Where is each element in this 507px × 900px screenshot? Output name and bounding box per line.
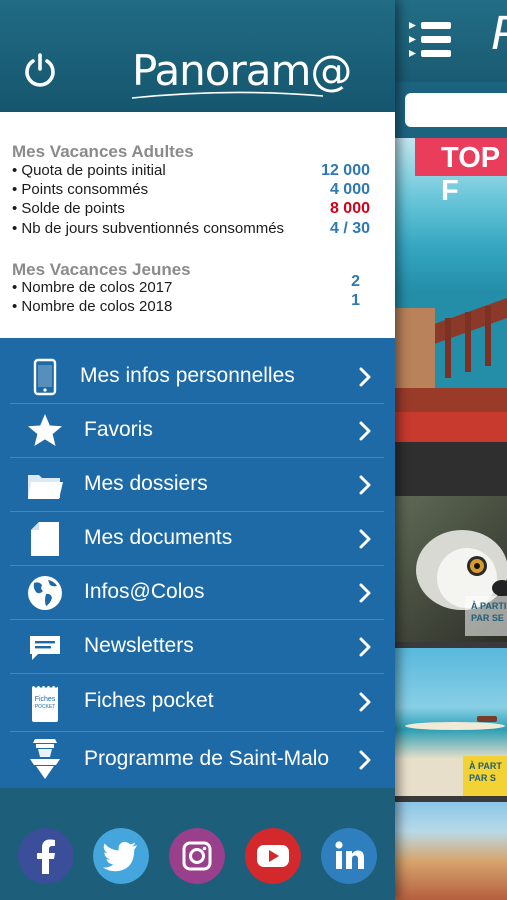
globe-icon bbox=[28, 576, 62, 610]
menu-item-label: Newsletters bbox=[84, 634, 194, 657]
menu-item-fiches-pocket[interactable]: Fiches POCKET Fiches pocket bbox=[10, 675, 384, 732]
chevron-right-icon bbox=[359, 692, 371, 712]
instagram-icon[interactable] bbox=[169, 828, 225, 884]
menu-item-label: Fiches pocket bbox=[84, 689, 214, 712]
chevron-right-icon bbox=[359, 421, 371, 441]
chevron-right-icon bbox=[359, 367, 371, 387]
background-logo: P bbox=[491, 6, 507, 61]
stat-label: • Nombre de colos 2018 bbox=[12, 298, 173, 315]
stat-label: • Quota de points initial bbox=[12, 162, 166, 179]
chevron-right-icon bbox=[359, 750, 371, 770]
stat-value: 4 000 bbox=[329, 181, 370, 198]
document-icon bbox=[31, 522, 59, 556]
promo-image-town[interactable] bbox=[395, 802, 507, 900]
menu-item-label: Mes dossiers bbox=[84, 472, 208, 495]
folder-icon bbox=[28, 475, 63, 499]
stat-label: • Nb de jours subventionnés consommés bbox=[12, 220, 285, 237]
youth-section-title: Mes Vacances Jeunes bbox=[12, 260, 191, 279]
menu-item-newsletters[interactable]: Newsletters bbox=[10, 620, 384, 674]
divider-band bbox=[395, 442, 507, 496]
stat-value: 12 000 bbox=[321, 162, 370, 179]
menu-item-mes-documents[interactable]: Mes documents bbox=[10, 512, 384, 566]
menu-item-label: Programme de Saint-Malo bbox=[84, 747, 330, 770]
newsletter-icon bbox=[30, 636, 60, 660]
stat-label: • Solde de points bbox=[12, 200, 125, 217]
promo-image-lagoon[interactable]: À PART PAR S bbox=[395, 648, 507, 796]
menu-item-infos-personnelles[interactable]: Mes infos personnelles bbox=[10, 350, 384, 404]
stat-label: • Nombre de colos 2017 bbox=[12, 279, 173, 296]
social-bar bbox=[0, 788, 395, 900]
menu-item-label: Mes documents bbox=[84, 526, 233, 549]
stat-value: 4 / 30 bbox=[329, 220, 370, 237]
promo-tag: À PARTIR PAR SE bbox=[465, 596, 507, 636]
pier-rail-shape bbox=[395, 298, 507, 398]
stat-row: • Solde de points 8 000 bbox=[12, 200, 382, 220]
stat-value: 2 bbox=[351, 273, 360, 290]
twitter-icon[interactable] bbox=[93, 828, 149, 884]
menu-item-favoris[interactable]: Favoris bbox=[10, 404, 384, 458]
svg-text:POCKET: POCKET bbox=[35, 704, 56, 710]
drawer-menu: Mes infos personnelles Favoris Mes dossi… bbox=[0, 338, 395, 788]
chevron-right-icon bbox=[359, 475, 371, 495]
background-search-input[interactable] bbox=[405, 93, 507, 127]
smartphone-icon bbox=[33, 358, 57, 396]
top-banner-text: TOP F bbox=[441, 142, 500, 207]
drawer-header: Panoram@ bbox=[0, 0, 395, 112]
fiches-pocket-icon: Fiches POCKET bbox=[32, 684, 58, 722]
adults-section-title: Mes Vacances Adultes bbox=[12, 142, 194, 161]
menu-item-label: Mes infos personnelles bbox=[80, 364, 295, 387]
chevron-right-icon bbox=[359, 583, 371, 603]
stat-row: • Nombre de colos 2017 2 bbox=[12, 273, 382, 299]
stat-label: • Points consommés bbox=[12, 181, 149, 198]
boat-shape bbox=[405, 716, 505, 730]
facebook-icon[interactable] bbox=[18, 828, 74, 884]
star-icon bbox=[28, 414, 62, 446]
menu-item-label: Favoris bbox=[84, 418, 153, 441]
stat-row: • Nombre de colos 2018 1 bbox=[12, 292, 382, 318]
stat-value: 1 bbox=[351, 292, 360, 309]
youtube-icon[interactable] bbox=[245, 828, 301, 884]
linkedin-icon[interactable] bbox=[321, 828, 377, 884]
stat-row: • Nb de jours subventionnés consommés 4 … bbox=[12, 220, 382, 240]
top-banner: TOP F bbox=[415, 138, 507, 207]
menu-item-mes-dossiers[interactable]: Mes dossiers bbox=[10, 458, 384, 512]
stat-row: • Quota de points initial 12 000 bbox=[12, 162, 382, 182]
power-icon[interactable] bbox=[22, 52, 58, 88]
menu-item-programme-saint-malo[interactable]: Programme de Saint-Malo bbox=[10, 733, 384, 786]
menu-list-icon[interactable] bbox=[407, 20, 453, 60]
menu-item-label: Infos@Colos bbox=[84, 580, 205, 603]
chevron-right-icon bbox=[359, 529, 371, 549]
promo-image-lemur[interactable]: À PARTIR PAR SE bbox=[395, 496, 507, 642]
stat-row: • Points consommés 4 000 bbox=[12, 181, 382, 201]
fiches-pocket-icon-text: Fiches bbox=[35, 696, 56, 703]
menu-item-infos-colos[interactable]: Infos@Colos bbox=[10, 566, 384, 620]
promo-tag-yellow: À PART PAR S bbox=[463, 756, 507, 796]
background-app-panel: P TOP F À PARTIR PAR SE À PA bbox=[395, 0, 507, 900]
points-summary: Mes Vacances Adultes • Quota de points i… bbox=[0, 112, 395, 338]
chevron-right-icon bbox=[359, 637, 371, 657]
sailor-icon bbox=[30, 739, 60, 779]
promo-strip bbox=[395, 412, 507, 442]
stat-value: 8 000 bbox=[329, 200, 370, 217]
side-drawer: Panoram@ Mes Vacances Adultes • Quota de… bbox=[0, 0, 395, 900]
logo-swoosh bbox=[131, 91, 324, 99]
